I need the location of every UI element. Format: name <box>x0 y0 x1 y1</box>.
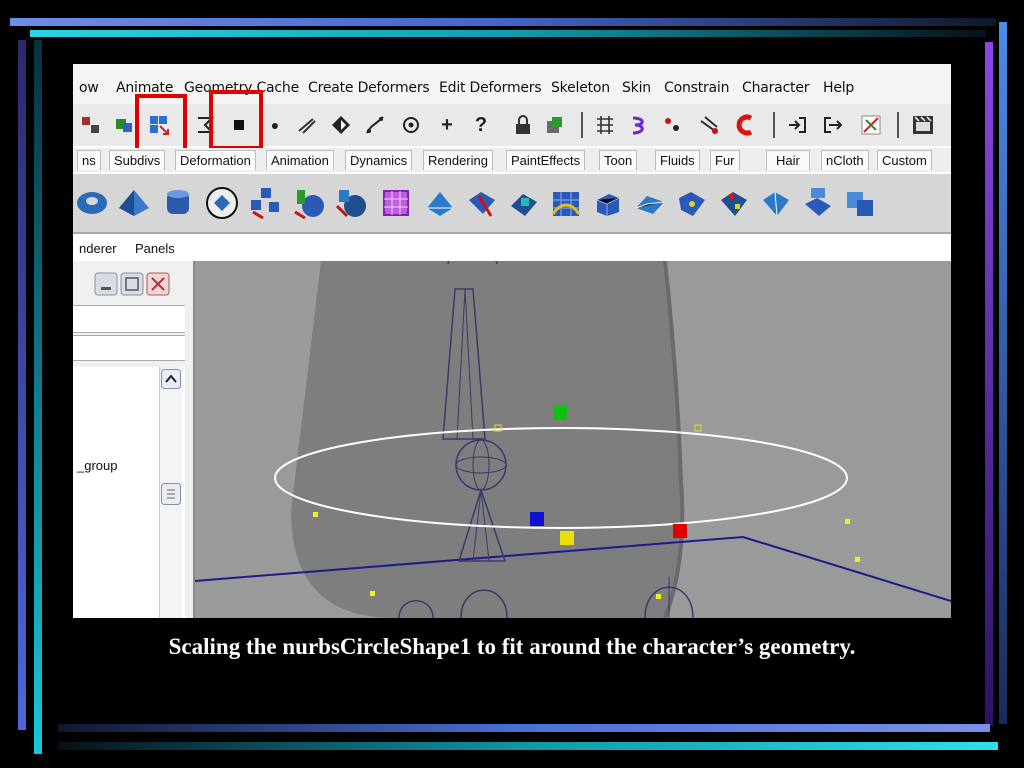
sculpt-deformer-icon[interactable] <box>507 186 541 220</box>
tab-deformation[interactable]: Deformation <box>175 150 256 170</box>
wire-deformer-icon[interactable] <box>549 186 583 220</box>
window-controls <box>94 272 170 296</box>
viewport-scene <box>194 249 951 618</box>
nonlinear-bend-icon[interactable] <box>633 186 667 220</box>
slide-bar-top-blue <box>10 18 996 26</box>
tab-fluids[interactable]: Fluids <box>655 150 700 170</box>
wrap-deformer-icon[interactable] <box>465 186 499 220</box>
tab-custom[interactable]: Custom <box>877 150 932 170</box>
menu-item-constrain[interactable]: Constrain <box>664 80 729 96</box>
slide-bar-bottom-cyan <box>58 742 998 750</box>
slide-bar-bottom-blue <box>58 724 990 732</box>
nurbs-circle-icon[interactable] <box>205 186 239 220</box>
tab-toon[interactable]: Toon <box>599 150 638 170</box>
outliner-filter-field[interactable] <box>73 305 185 333</box>
joint-tool-icon[interactable] <box>249 186 283 220</box>
pivot-icon[interactable] <box>399 113 423 137</box>
output-connections-icon[interactable] <box>821 113 845 137</box>
outliner-item-group[interactable]: _group <box>77 458 117 473</box>
menu-item-create-deformers[interactable]: Create Deformers <box>308 80 430 96</box>
tab-animation[interactable]: Animation <box>266 150 334 170</box>
menu-item-window[interactable]: ow <box>79 80 99 96</box>
toolbar-separator <box>773 112 775 138</box>
snap-to-grid-icon[interactable] <box>593 113 617 137</box>
tab-ncloth[interactable]: nCloth <box>821 150 869 170</box>
menu-bar: ow Animate Geometry Cache Create Deforme… <box>73 64 951 105</box>
scroll-thumb-icon[interactable] <box>161 483 181 505</box>
select-object-icon[interactable] <box>113 113 137 137</box>
surface-diamond-icon[interactable] <box>329 113 353 137</box>
panel-menu-bar: nderer Panels <box>73 239 951 261</box>
curve-edit-icon[interactable] <box>295 113 319 137</box>
menu-item-panels[interactable]: Panels <box>135 241 175 256</box>
blend-shape-icon[interactable] <box>591 186 625 220</box>
slide-bar-right-blue <box>999 22 1007 724</box>
slide-bar-right-purple <box>985 42 993 726</box>
status-toolbar: ● + ? <box>73 104 951 146</box>
snap-to-point-icon[interactable] <box>661 113 685 137</box>
tab-hair[interactable]: Hair <box>766 150 810 170</box>
perspective-viewport[interactable] <box>194 249 951 618</box>
tab-fur[interactable]: Fur <box>710 150 740 170</box>
snap-grid-icon[interactable] <box>543 113 567 137</box>
nonlinear-flare-icon[interactable] <box>675 186 709 220</box>
ik-handle-icon[interactable] <box>293 186 327 220</box>
toolbar-separator <box>897 112 899 138</box>
tab-rendering[interactable]: Rendering <box>423 150 493 170</box>
menu-item-edit-deformers[interactable]: Edit Deformers <box>439 80 542 96</box>
nonlinear-squash-icon[interactable] <box>759 186 793 220</box>
shelf-icon-row <box>73 174 951 234</box>
highlight-box-select-by-handle <box>209 90 263 150</box>
snap-to-view-plane-icon[interactable] <box>697 113 721 137</box>
tab-polygons[interactable]: ns <box>77 150 101 170</box>
menu-item-skeleton[interactable]: Skeleton <box>551 80 610 96</box>
snap-to-curve-icon[interactable] <box>627 113 651 137</box>
slide-caption: Scaling the nurbsCircleShape1 to fit aro… <box>168 634 856 659</box>
select-hierarchy-icon[interactable] <box>79 113 103 137</box>
polygon-cylinder-icon[interactable] <box>161 186 195 220</box>
point-icon[interactable]: ● <box>263 113 287 137</box>
menu-item-renderer[interactable]: nderer <box>79 241 117 256</box>
nonlinear-wave-icon[interactable] <box>843 186 877 220</box>
nonlinear-sine-icon[interactable] <box>717 186 751 220</box>
shelf-tab-bar: ns Subdivs Deformation Animation Dynamic… <box>73 148 951 172</box>
miscellaneous-icon[interactable]: + <box>435 113 459 137</box>
input-connections-icon[interactable] <box>785 113 809 137</box>
tab-painteffects[interactable]: PaintEffects <box>506 150 586 170</box>
highlight-box-select-component <box>135 94 187 152</box>
construction-history-icon[interactable] <box>859 113 883 137</box>
outliner-window: _group <box>73 261 195 618</box>
cluster-icon[interactable] <box>423 186 457 220</box>
polygon-pyramid-icon[interactable] <box>117 186 151 220</box>
lattice-icon[interactable] <box>379 186 413 220</box>
outliner-scrollbar[interactable] <box>159 367 182 618</box>
menu-item-skin[interactable]: Skin <box>622 80 651 96</box>
slide-bar-left-blue <box>18 40 26 730</box>
maya-screenshot: ow Animate Geometry Cache Create Deforme… <box>73 64 951 618</box>
magnet-icon[interactable] <box>733 113 757 137</box>
lock-icon[interactable] <box>511 113 535 137</box>
deformation-icon[interactable] <box>363 113 387 137</box>
question-icon[interactable]: ? <box>469 113 493 137</box>
toolbar-separator <box>581 112 583 138</box>
outliner-search-field[interactable] <box>73 335 185 361</box>
menu-item-character[interactable]: Character <box>742 80 810 96</box>
menu-item-help[interactable]: Help <box>823 80 854 96</box>
scroll-up-icon[interactable] <box>161 369 181 389</box>
tab-subdivs[interactable]: Subdivs <box>109 150 166 170</box>
render-view-icon[interactable] <box>911 113 935 137</box>
slide-bar-top-cyan <box>30 30 986 37</box>
polygon-torus-icon[interactable] <box>75 186 109 220</box>
tab-dynamics[interactable]: Dynamics <box>345 150 413 170</box>
nonlinear-twist-icon[interactable] <box>801 186 835 220</box>
bind-skin-icon[interactable] <box>335 186 369 220</box>
